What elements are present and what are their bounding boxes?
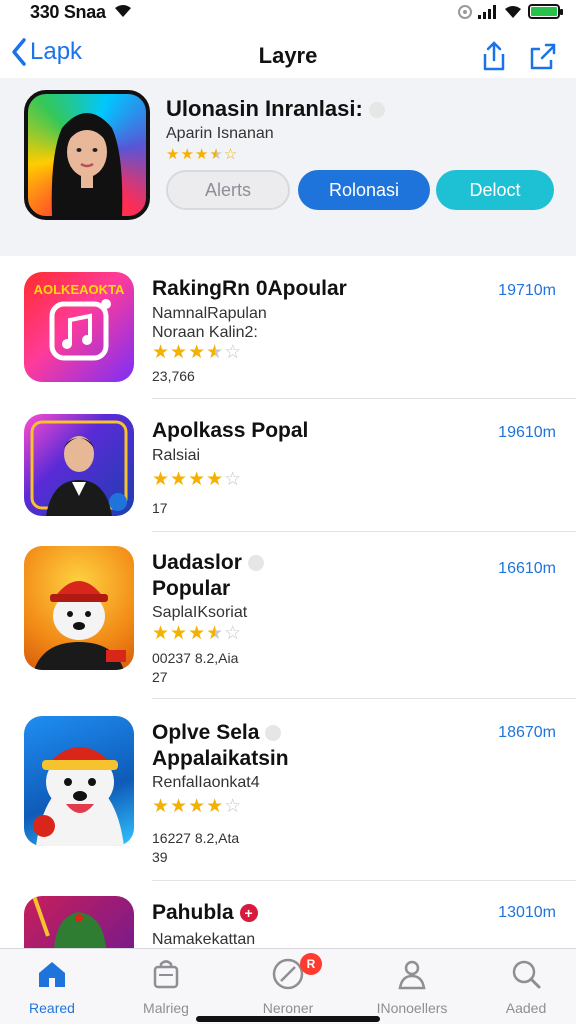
badge-icon: [368, 102, 385, 119]
rating-count-extra: 27: [152, 669, 168, 685]
featured-app-title: Ulonasin Inranlasi:: [166, 96, 385, 122]
app-name: Apolkass Popal: [152, 419, 309, 442]
app-name: Pahubla +: [152, 900, 258, 926]
app-category: Namakekattan: [152, 931, 256, 948]
app-category: RenfalIaonkat4: [152, 774, 260, 791]
rating-count: 00237 8.2,Aia: [152, 650, 239, 666]
app-category: Ralsiai: [152, 447, 201, 464]
tab-label: Neroner: [262, 1000, 314, 1016]
bag-icon: [153, 960, 179, 989]
rating-count-extra: 39: [152, 849, 168, 865]
app-category: SaplaIKsoriat: [152, 604, 248, 621]
rating-count: 23,766: [152, 368, 195, 384]
app-icon: [24, 546, 134, 670]
app-size: 19710m: [498, 282, 556, 299]
tab-followers[interactable]: INonoellers: [364, 957, 460, 1016]
divider: [152, 398, 576, 399]
tab-label: Aaded: [505, 1000, 547, 1016]
alerts-button[interactable]: Alerts: [166, 170, 290, 210]
app-name-line2: Popular: [152, 577, 231, 600]
house-icon: [39, 962, 65, 987]
app-icon: [24, 716, 134, 846]
rating-stars: ★★★★☆: [152, 623, 243, 644]
badge-icon: [247, 555, 264, 572]
app-name: Oplve Sela: [152, 720, 282, 746]
tab-search[interactable]: Aaded: [478, 957, 574, 1016]
rating-count: 16227 8.2,Ata: [152, 830, 240, 846]
app-icon: [24, 896, 134, 950]
rating-count: 17: [152, 500, 168, 516]
badge-icon: [265, 725, 282, 742]
wifi-icon: [115, 5, 131, 17]
battery-icon: [528, 4, 563, 19]
app-icon: AOLKEAOKTA: [24, 272, 134, 382]
app-size: 19610m: [498, 424, 556, 441]
app-size: 18670m: [498, 724, 556, 741]
rating-stars: ★★★★☆: [152, 342, 243, 363]
divider: [152, 698, 576, 699]
search-icon: [512, 960, 541, 989]
lock-rotation-icon: [458, 4, 472, 19]
divider: [152, 531, 576, 532]
signal-icon: [478, 4, 496, 19]
app-icon: [24, 414, 134, 516]
detect-button[interactable]: Deloct: [436, 170, 554, 210]
tab-label: Malrieg: [143, 1000, 189, 1016]
tab-label: INonoellers: [376, 1000, 448, 1016]
tab-store[interactable]: Malrieg: [118, 957, 214, 1016]
app-icon-label: AOLKEAOKTA: [34, 282, 125, 297]
divider: [152, 880, 576, 881]
wifi-icon-right: [505, 5, 521, 18]
home-indicator[interactable]: [196, 1016, 380, 1022]
app-category: NamnalRapulan: [152, 305, 267, 322]
app-size: 13010m: [498, 904, 556, 921]
rating-stars: ★★★★☆: [152, 796, 243, 817]
status-bar: 330 Snaa: [0, 0, 576, 26]
tab-discover[interactable]: R Neroner: [240, 953, 336, 1016]
plus-badge-icon: +: [239, 904, 258, 923]
status-time: 330 Snaa: [30, 2, 106, 22]
featured-app-subtitle: Aparin Isnanan: [166, 125, 274, 142]
app-size: 16610m: [498, 560, 556, 577]
tab-label: Reared: [29, 1000, 75, 1016]
app-name: RakingRn 0Apoular: [152, 277, 347, 300]
tab-bar: Reared Malrieg R Neroner INonoellers Aad…: [0, 948, 576, 1024]
status-indicators: [458, 4, 563, 19]
rating-stars: ★★★★☆: [152, 469, 243, 490]
featured-app-icon[interactable]: [24, 90, 150, 220]
notification-badge: R: [300, 953, 322, 975]
app-name: Uadaslor: [152, 550, 264, 576]
share-icon[interactable]: [480, 40, 508, 72]
release-button[interactable]: Rolonasi: [298, 170, 430, 210]
featured-rating-stars: ★★★★☆: [166, 146, 239, 163]
app-developer: Noraan Kalin2:: [152, 324, 258, 341]
tab-home[interactable]: Reared: [4, 957, 100, 1016]
app-name-line2: Appalaikatsin: [152, 747, 289, 770]
person-icon: [398, 960, 426, 990]
open-external-icon[interactable]: [528, 40, 558, 72]
